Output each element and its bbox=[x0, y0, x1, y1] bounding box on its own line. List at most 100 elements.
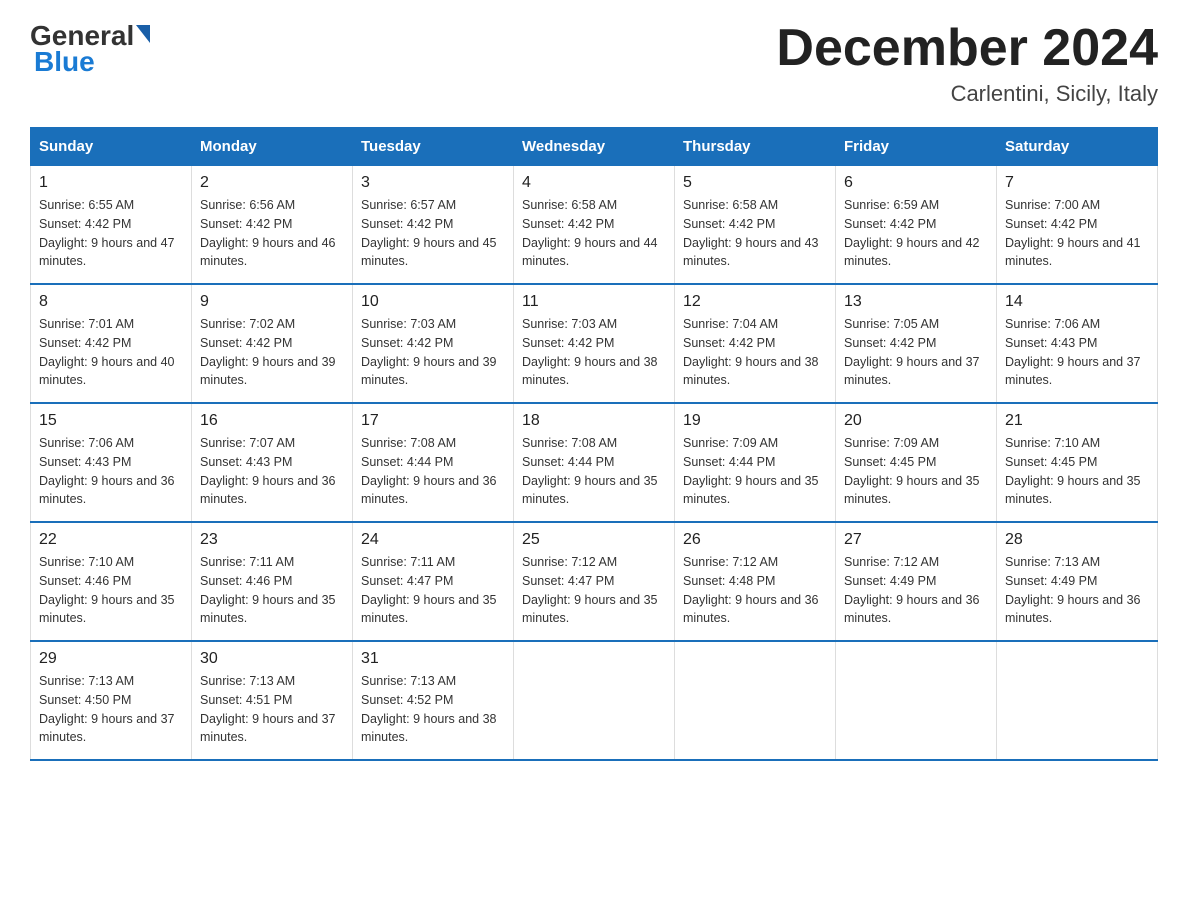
calendar-cell: 29 Sunrise: 7:13 AMSunset: 4:50 PMDayligh… bbox=[31, 641, 192, 760]
day-info: Sunrise: 7:04 AMSunset: 4:42 PMDaylight:… bbox=[683, 315, 827, 390]
calendar-cell: 3 Sunrise: 6:57 AMSunset: 4:42 PMDaylight… bbox=[353, 166, 514, 285]
calendar-week-row: 22 Sunrise: 7:10 AMSunset: 4:46 PMDayligh… bbox=[31, 522, 1158, 641]
day-info: Sunrise: 7:09 AMSunset: 4:44 PMDaylight:… bbox=[683, 434, 827, 509]
logo-arrow-icon bbox=[136, 25, 150, 43]
day-number: 28 bbox=[1005, 531, 1149, 549]
calendar-cell: 20 Sunrise: 7:09 AMSunset: 4:45 PMDayligh… bbox=[836, 403, 997, 522]
calendar-cell: 23 Sunrise: 7:11 AMSunset: 4:46 PMDayligh… bbox=[192, 522, 353, 641]
day-info: Sunrise: 7:02 AMSunset: 4:42 PMDaylight:… bbox=[200, 315, 344, 390]
calendar-cell bbox=[514, 641, 675, 760]
title-area: December 2024 Carlentini, Sicily, Italy bbox=[776, 20, 1158, 107]
day-info: Sunrise: 6:58 AMSunset: 4:42 PMDaylight:… bbox=[683, 196, 827, 271]
day-info: Sunrise: 7:13 AMSunset: 4:50 PMDaylight:… bbox=[39, 672, 183, 747]
weekday-header-sunday: Sunday bbox=[31, 128, 192, 166]
page-header: General Blue December 2024 Carlentini, S… bbox=[30, 20, 1158, 107]
day-info: Sunrise: 7:08 AMSunset: 4:44 PMDaylight:… bbox=[361, 434, 505, 509]
calendar-cell: 12Sunrise: 7:04 AMSunset: 4:42 PMDayligh… bbox=[675, 284, 836, 403]
day-info: Sunrise: 6:55 AMSunset: 4:42 PMDaylight:… bbox=[39, 196, 183, 271]
day-info: Sunrise: 6:56 AMSunset: 4:42 PMDaylight:… bbox=[200, 196, 344, 271]
weekday-header-monday: Monday bbox=[192, 128, 353, 166]
weekday-header-saturday: Saturday bbox=[997, 128, 1158, 166]
calendar-cell: 2 Sunrise: 6:56 AMSunset: 4:42 PMDaylight… bbox=[192, 166, 353, 285]
calendar-cell: 6Sunrise: 6:59 AMSunset: 4:42 PMDaylight… bbox=[836, 166, 997, 285]
day-info: Sunrise: 7:06 AMSunset: 4:43 PMDaylight:… bbox=[1005, 315, 1149, 390]
day-number: 11 bbox=[522, 293, 666, 311]
calendar-cell bbox=[836, 641, 997, 760]
day-number: 18 bbox=[522, 412, 666, 430]
calendar-cell: 26 Sunrise: 7:12 AMSunset: 4:48 PMDayligh… bbox=[675, 522, 836, 641]
day-info: Sunrise: 7:12 AMSunset: 4:49 PMDaylight:… bbox=[844, 553, 988, 628]
calendar-week-row: 1 Sunrise: 6:55 AMSunset: 4:42 PMDaylight… bbox=[31, 166, 1158, 285]
calendar-cell: 5 Sunrise: 6:58 AMSunset: 4:42 PMDaylight… bbox=[675, 166, 836, 285]
day-info: Sunrise: 7:11 AMSunset: 4:46 PMDaylight:… bbox=[200, 553, 344, 628]
day-number: 22 bbox=[39, 531, 183, 549]
day-number: 1 bbox=[39, 174, 183, 192]
weekday-header-friday: Friday bbox=[836, 128, 997, 166]
day-number: 17 bbox=[361, 412, 505, 430]
day-info: Sunrise: 7:13 AMSunset: 4:52 PMDaylight:… bbox=[361, 672, 505, 747]
day-number: 26 bbox=[683, 531, 827, 549]
calendar-cell: 11Sunrise: 7:03 AMSunset: 4:42 PMDayligh… bbox=[514, 284, 675, 403]
day-number: 15 bbox=[39, 412, 183, 430]
calendar-cell: 16 Sunrise: 7:07 AMSunset: 4:43 PMDayligh… bbox=[192, 403, 353, 522]
location-text: Carlentini, Sicily, Italy bbox=[776, 81, 1158, 107]
day-number: 3 bbox=[361, 174, 505, 192]
logo: General Blue bbox=[30, 20, 150, 78]
weekday-header-thursday: Thursday bbox=[675, 128, 836, 166]
day-number: 31 bbox=[361, 650, 505, 668]
day-number: 24 bbox=[361, 531, 505, 549]
calendar-week-row: 29 Sunrise: 7:13 AMSunset: 4:50 PMDayligh… bbox=[31, 641, 1158, 760]
weekday-header-tuesday: Tuesday bbox=[353, 128, 514, 166]
day-number: 19 bbox=[683, 412, 827, 430]
calendar-cell: 22 Sunrise: 7:10 AMSunset: 4:46 PMDayligh… bbox=[31, 522, 192, 641]
day-number: 25 bbox=[522, 531, 666, 549]
calendar-cell: 1 Sunrise: 6:55 AMSunset: 4:42 PMDaylight… bbox=[31, 166, 192, 285]
calendar-cell: 8Sunrise: 7:01 AMSunset: 4:42 PMDaylight… bbox=[31, 284, 192, 403]
day-info: Sunrise: 7:10 AMSunset: 4:46 PMDaylight:… bbox=[39, 553, 183, 628]
calendar-cell: 4 Sunrise: 6:58 AMSunset: 4:42 PMDaylight… bbox=[514, 166, 675, 285]
day-number: 21 bbox=[1005, 412, 1149, 430]
day-info: Sunrise: 7:13 AMSunset: 4:51 PMDaylight:… bbox=[200, 672, 344, 747]
day-info: Sunrise: 7:06 AMSunset: 4:43 PMDaylight:… bbox=[39, 434, 183, 509]
day-number: 16 bbox=[200, 412, 344, 430]
calendar-cell: 25 Sunrise: 7:12 AMSunset: 4:47 PMDayligh… bbox=[514, 522, 675, 641]
day-info: Sunrise: 7:12 AMSunset: 4:48 PMDaylight:… bbox=[683, 553, 827, 628]
calendar-cell: 21 Sunrise: 7:10 AMSunset: 4:45 PMDayligh… bbox=[997, 403, 1158, 522]
calendar-cell: 17 Sunrise: 7:08 AMSunset: 4:44 PMDayligh… bbox=[353, 403, 514, 522]
day-number: 29 bbox=[39, 650, 183, 668]
day-info: Sunrise: 7:00 AMSunset: 4:42 PMDaylight:… bbox=[1005, 196, 1149, 271]
calendar-week-row: 8Sunrise: 7:01 AMSunset: 4:42 PMDaylight… bbox=[31, 284, 1158, 403]
day-info: Sunrise: 6:58 AMSunset: 4:42 PMDaylight:… bbox=[522, 196, 666, 271]
day-info: Sunrise: 6:57 AMSunset: 4:42 PMDaylight:… bbox=[361, 196, 505, 271]
day-number: 2 bbox=[200, 174, 344, 192]
calendar-cell: 7Sunrise: 7:00 AMSunset: 4:42 PMDaylight… bbox=[997, 166, 1158, 285]
day-number: 20 bbox=[844, 412, 988, 430]
day-number: 10 bbox=[361, 293, 505, 311]
day-info: Sunrise: 7:13 AMSunset: 4:49 PMDaylight:… bbox=[1005, 553, 1149, 628]
day-info: Sunrise: 7:08 AMSunset: 4:44 PMDaylight:… bbox=[522, 434, 666, 509]
day-info: Sunrise: 7:09 AMSunset: 4:45 PMDaylight:… bbox=[844, 434, 988, 509]
calendar-cell bbox=[997, 641, 1158, 760]
day-info: Sunrise: 7:05 AMSunset: 4:42 PMDaylight:… bbox=[844, 315, 988, 390]
day-info: Sunrise: 7:12 AMSunset: 4:47 PMDaylight:… bbox=[522, 553, 666, 628]
day-number: 27 bbox=[844, 531, 988, 549]
day-number: 23 bbox=[200, 531, 344, 549]
day-number: 13 bbox=[844, 293, 988, 311]
calendar-cell: 14Sunrise: 7:06 AMSunset: 4:43 PMDayligh… bbox=[997, 284, 1158, 403]
day-info: Sunrise: 7:11 AMSunset: 4:47 PMDaylight:… bbox=[361, 553, 505, 628]
calendar-cell: 27 Sunrise: 7:12 AMSunset: 4:49 PMDayligh… bbox=[836, 522, 997, 641]
day-number: 4 bbox=[522, 174, 666, 192]
logo-blue-text: Blue bbox=[34, 46, 95, 78]
calendar-cell: 13 Sunrise: 7:05 AMSunset: 4:42 PMDayligh… bbox=[836, 284, 997, 403]
day-info: Sunrise: 6:59 AMSunset: 4:42 PMDaylight:… bbox=[844, 196, 988, 271]
calendar-cell: 19 Sunrise: 7:09 AMSunset: 4:44 PMDayligh… bbox=[675, 403, 836, 522]
calendar-cell bbox=[675, 641, 836, 760]
day-number: 30 bbox=[200, 650, 344, 668]
day-number: 8 bbox=[39, 293, 183, 311]
calendar-cell: 30 Sunrise: 7:13 AMSunset: 4:51 PMDayligh… bbox=[192, 641, 353, 760]
weekday-header-wednesday: Wednesday bbox=[514, 128, 675, 166]
day-info: Sunrise: 7:07 AMSunset: 4:43 PMDaylight:… bbox=[200, 434, 344, 509]
day-number: 5 bbox=[683, 174, 827, 192]
day-info: Sunrise: 7:10 AMSunset: 4:45 PMDaylight:… bbox=[1005, 434, 1149, 509]
calendar-cell: 31 Sunrise: 7:13 AMSunset: 4:52 PMDayligh… bbox=[353, 641, 514, 760]
